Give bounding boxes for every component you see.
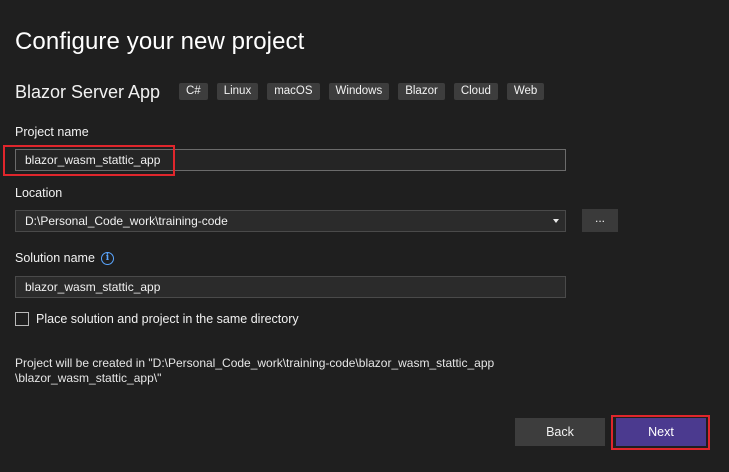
info-icon[interactable]: i xyxy=(100,251,114,265)
browse-button[interactable]: ... xyxy=(582,209,618,232)
page-title: Configure your new project xyxy=(15,28,305,55)
back-button[interactable]: Back xyxy=(515,418,605,446)
same-directory-option[interactable]: Place solution and project in the same d… xyxy=(15,312,299,326)
chevron-down-icon[interactable] xyxy=(553,219,559,223)
tag-macos: macOS xyxy=(267,83,320,100)
project-name-value: blazor_wasm_stattic_app xyxy=(25,153,161,167)
tag-cloud: Cloud xyxy=(453,83,498,100)
same-directory-label: Place solution and project in the same d… xyxy=(36,312,299,326)
project-path-line-1: Project will be created in "D:\Personal_… xyxy=(15,356,495,370)
tag-windows: Windows xyxy=(328,83,390,100)
solution-name-input[interactable]: blazor_wasm_stattic_app xyxy=(15,276,566,298)
location-value: D:\Personal_Code_work\training-code xyxy=(25,214,228,228)
project-name-input[interactable]: blazor_wasm_stattic_app xyxy=(15,149,566,171)
tag-blazor: Blazor xyxy=(398,83,445,100)
project-name-label-text: Project name xyxy=(15,125,89,139)
tag-web: Web xyxy=(506,83,545,100)
configure-project-dialog: Configure your new project Blazor Server… xyxy=(0,0,729,472)
template-tags: C# Linux macOS Windows Blazor Cloud Web xyxy=(179,83,545,100)
next-button[interactable]: Next xyxy=(616,418,706,446)
project-name-label: Project name xyxy=(15,125,89,139)
solution-name-label: Solution name i xyxy=(15,251,114,265)
tag-csharp: C# xyxy=(179,83,208,100)
solution-name-label-text: Solution name xyxy=(15,251,95,265)
location-label-text: Location xyxy=(15,186,63,200)
project-path-line-2: \blazor_wasm_stattic_app\" xyxy=(15,371,162,385)
same-directory-checkbox[interactable] xyxy=(15,312,29,326)
template-name: Blazor Server App xyxy=(15,82,161,102)
location-label: Location xyxy=(15,186,62,200)
project-path-summary: Project will be created in "D:\Personal_… xyxy=(15,356,494,386)
solution-name-value: blazor_wasm_stattic_app xyxy=(25,280,161,294)
tag-linux: Linux xyxy=(216,83,259,100)
location-dropdown[interactable]: D:\Personal_Code_work\training-code xyxy=(15,210,566,232)
